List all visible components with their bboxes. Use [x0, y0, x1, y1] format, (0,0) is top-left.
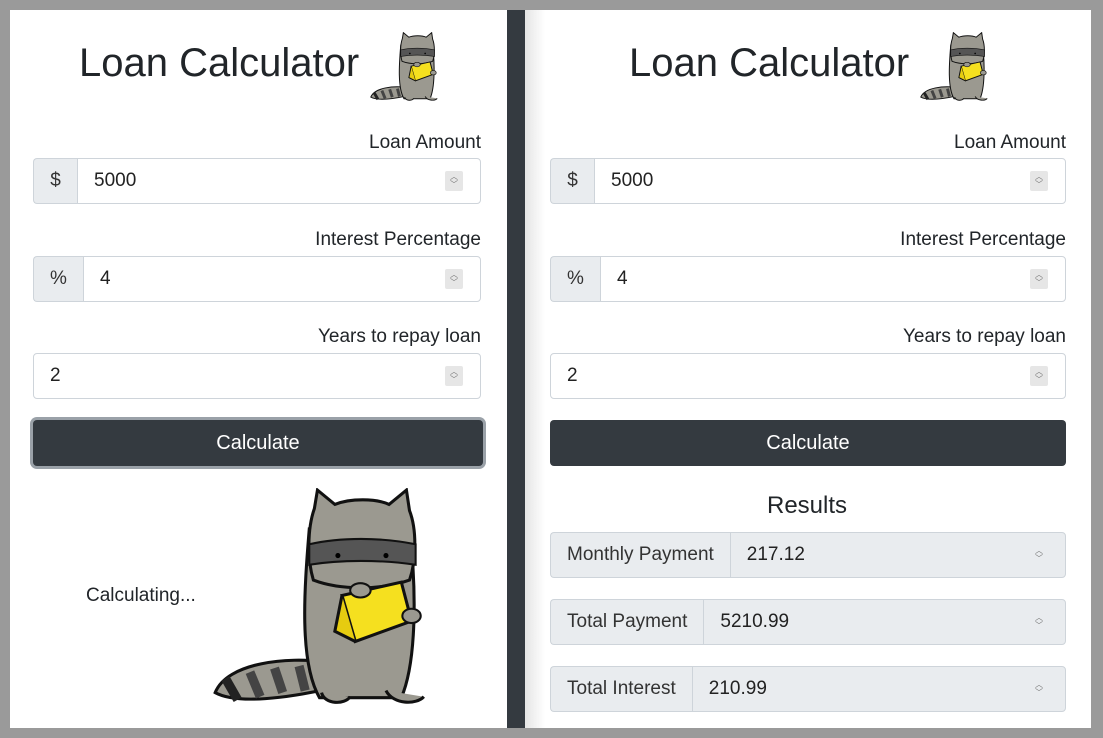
loan-amount-value: 5000 — [611, 170, 654, 191]
total-interest-value: 210.99 — [708, 678, 767, 699]
results-heading: Results — [767, 492, 848, 519]
years-label: Years to repay loan — [902, 326, 1066, 347]
years-label: Years to repay loan — [317, 326, 481, 347]
panel-divider — [507, 10, 525, 728]
monthly-payment-field: Monthly Payment 217.12 ︿ ﹀ — [550, 532, 1066, 578]
calculate-button[interactable]: Calculate — [550, 420, 1066, 466]
spinner-arrows-icon: ︿ ﹀ — [1035, 613, 1043, 630]
spinner-arrows-icon: ︿ ﹀ — [1035, 680, 1043, 697]
years-input[interactable]: 2 ︿ ﹀ — [33, 353, 481, 399]
monthly-payment-value: 217.12 — [746, 544, 805, 565]
percent-addon: % — [33, 256, 83, 302]
raccoon-mascot-icon — [207, 488, 432, 708]
interest-field: % 4 ︿ ﹀ — [33, 256, 481, 302]
years-value: 2 — [567, 365, 578, 386]
loan-amount-label: Loan Amount — [369, 132, 481, 153]
monthly-payment-output: 217.12 ︿ ﹀ — [729, 532, 1066, 578]
interest-value: 4 — [617, 268, 628, 289]
interest-input[interactable]: 4 ︿ ﹀ — [600, 256, 1066, 302]
dollar-addon: $ — [550, 158, 594, 204]
page-title: Loan Calculator — [79, 41, 360, 85]
spinner-arrows-icon[interactable]: ︿ ﹀ — [1030, 269, 1048, 289]
interest-label: Interest Percentage — [900, 229, 1066, 250]
total-payment-label: Total Payment — [550, 599, 704, 645]
interest-value: 4 — [100, 268, 111, 289]
percent-addon: % — [550, 256, 600, 302]
loan-amount-label: Loan Amount — [954, 132, 1066, 153]
spinner-arrows-icon: ︿ ﹀ — [1035, 546, 1043, 563]
loan-amount-value: 5000 — [94, 170, 137, 191]
spinner-arrows-icon[interactable]: ︿ ﹀ — [445, 171, 463, 191]
spinner-arrows-icon[interactable]: ︿ ﹀ — [445, 366, 463, 386]
years-value: 2 — [50, 365, 61, 386]
total-payment-value: 5210.99 — [720, 611, 790, 632]
page-title: Loan Calculator — [629, 41, 910, 85]
loan-amount-input[interactable]: 5000 ︿ ﹀ — [77, 158, 481, 204]
spinner-arrows-icon[interactable]: ︿ ﹀ — [1030, 366, 1048, 386]
years-input[interactable]: 2 ︿ ﹀ — [550, 353, 1066, 399]
dollar-addon: $ — [33, 158, 77, 204]
total-interest-label: Total Interest — [550, 666, 692, 712]
total-payment-field: Total Payment 5210.99 ︿ ﹀ — [550, 599, 1066, 645]
total-interest-field: Total Interest 210.99 ︿ ﹀ — [550, 666, 1066, 712]
spinner-arrows-icon[interactable]: ︿ ﹀ — [445, 269, 463, 289]
years-field: 2 ︿ ﹀ — [550, 353, 1066, 399]
monthly-payment-label: Monthly Payment — [550, 532, 730, 578]
interest-label: Interest Percentage — [315, 229, 481, 250]
loan-amount-field: $ 5000 ︿ ﹀ — [550, 158, 1066, 204]
total-interest-output: 210.99 ︿ ﹀ — [691, 666, 1066, 712]
years-field: 2 ︿ ﹀ — [33, 353, 481, 399]
loan-amount-input[interactable]: 5000 ︿ ﹀ — [594, 158, 1066, 204]
calculate-button[interactable]: Calculate — [33, 420, 483, 466]
calculating-status: Calculating... — [86, 585, 196, 606]
spinner-arrows-icon[interactable]: ︿ ﹀ — [1030, 171, 1048, 191]
right-calculator-panel: Loan Calculator Loan Amount $ 5000 ︿ ﹀ In… — [525, 10, 1091, 728]
raccoon-logo-icon — [369, 32, 439, 102]
interest-input[interactable]: 4 ︿ ﹀ — [83, 256, 481, 302]
left-calculator-panel: Loan Calculator Loan Amount $ 5000 ︿ ﹀ In… — [10, 10, 507, 728]
raccoon-logo-icon — [919, 32, 989, 102]
loan-amount-field: $ 5000 ︿ ﹀ — [33, 158, 481, 204]
interest-field: % 4 ︿ ﹀ — [550, 256, 1066, 302]
total-payment-output: 5210.99 ︿ ﹀ — [703, 599, 1066, 645]
